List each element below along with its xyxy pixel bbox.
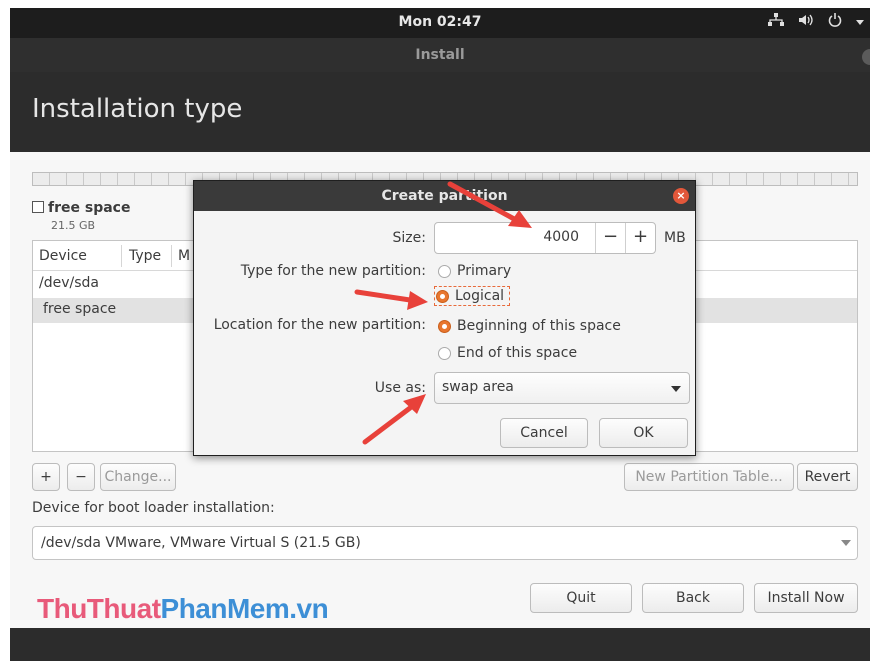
watermark-part2: PhanMem bbox=[160, 593, 290, 624]
radio-icon bbox=[438, 346, 451, 360]
radio-icon bbox=[436, 289, 449, 303]
clock[interactable]: Mon 02:47 bbox=[10, 14, 870, 30]
watermark-part1: ThuThuat bbox=[37, 593, 161, 624]
radio-icon bbox=[438, 264, 451, 278]
type-label: Type for the new partition: bbox=[240, 263, 426, 279]
remove-partition-button[interactable]: − bbox=[67, 463, 95, 491]
system-tray bbox=[768, 13, 864, 31]
radio-end-label: End of this space bbox=[457, 345, 578, 361]
use-as-select[interactable]: swap area bbox=[434, 372, 690, 404]
quit-button[interactable]: Quit bbox=[530, 583, 632, 613]
ok-button[interactable]: OK bbox=[599, 418, 688, 448]
install-now-button[interactable]: Install Now bbox=[754, 583, 858, 613]
location-label: Location for the new partition: bbox=[213, 317, 426, 333]
free-space-label: free space bbox=[48, 200, 131, 216]
add-partition-button[interactable]: + bbox=[32, 463, 60, 491]
watermark-logo: ThuThuatPhanMem.vn bbox=[37, 593, 329, 625]
boot-loader-label: Device for boot loader installation: bbox=[32, 500, 275, 516]
watermark-part3: .vn bbox=[289, 593, 329, 624]
size-input[interactable]: 4000 bbox=[435, 229, 579, 245]
radio-logical[interactable]: Logical bbox=[433, 286, 511, 306]
radio-beginning[interactable]: Beginning of this space bbox=[438, 318, 621, 334]
column-type[interactable]: Type bbox=[129, 248, 161, 264]
top-panel: Mon 02:47 bbox=[10, 8, 870, 38]
chevron-down-icon bbox=[671, 386, 681, 392]
volume-icon[interactable] bbox=[798, 13, 814, 31]
dialog-titlebar: Create partition × bbox=[194, 181, 695, 211]
window-title: Install bbox=[415, 47, 465, 63]
close-icon[interactable]: × bbox=[673, 188, 689, 204]
increase-button[interactable]: + bbox=[625, 223, 655, 253]
radio-end[interactable]: End of this space bbox=[438, 345, 577, 361]
size-spinbox[interactable]: 4000 − + bbox=[434, 222, 656, 254]
use-as-value: swap area bbox=[442, 379, 514, 395]
change-partition-button[interactable]: Change... bbox=[100, 463, 176, 491]
back-button[interactable]: Back bbox=[642, 583, 744, 613]
bottom-bar bbox=[10, 628, 870, 661]
radio-primary-label: Primary bbox=[457, 263, 512, 279]
network-icon[interactable] bbox=[768, 13, 784, 31]
decrease-button[interactable]: − bbox=[595, 223, 625, 253]
column-mount[interactable]: M bbox=[178, 248, 190, 264]
power-icon[interactable] bbox=[828, 13, 842, 31]
free-space-swatch bbox=[32, 201, 44, 213]
cancel-button[interactable]: Cancel bbox=[500, 418, 588, 448]
chevron-down-icon bbox=[841, 540, 851, 546]
page-title: Installation type bbox=[32, 94, 243, 124]
boot-loader-value: /dev/sda VMware, VMware Virtual S (21.5 … bbox=[41, 535, 361, 551]
boot-loader-select[interactable]: /dev/sda VMware, VMware Virtual S (21.5 … bbox=[32, 526, 858, 560]
size-unit: MB bbox=[664, 230, 686, 246]
free-space-legend: free space 21.5 GB bbox=[32, 200, 130, 232]
chevron-down-icon[interactable] bbox=[856, 19, 864, 25]
column-device[interactable]: Device bbox=[39, 248, 87, 264]
page-header: Installation type bbox=[10, 72, 870, 152]
radio-icon bbox=[438, 319, 451, 333]
radio-beginning-label: Beginning of this space bbox=[457, 318, 621, 334]
radio-primary[interactable]: Primary bbox=[438, 263, 511, 279]
window-titlebar: Install bbox=[10, 38, 870, 72]
radio-logical-label: Logical bbox=[455, 288, 505, 304]
use-as-label: Use as: bbox=[374, 380, 426, 396]
size-label: Size: bbox=[392, 230, 426, 246]
new-partition-table-button[interactable]: New Partition Table... bbox=[624, 463, 794, 491]
create-partition-dialog: Create partition × Size: 4000 − + MB Typ… bbox=[193, 180, 696, 456]
dialog-title: Create partition bbox=[381, 188, 508, 204]
revert-button[interactable]: Revert bbox=[797, 463, 858, 491]
free-space-size: 21.5 GB bbox=[51, 219, 96, 232]
